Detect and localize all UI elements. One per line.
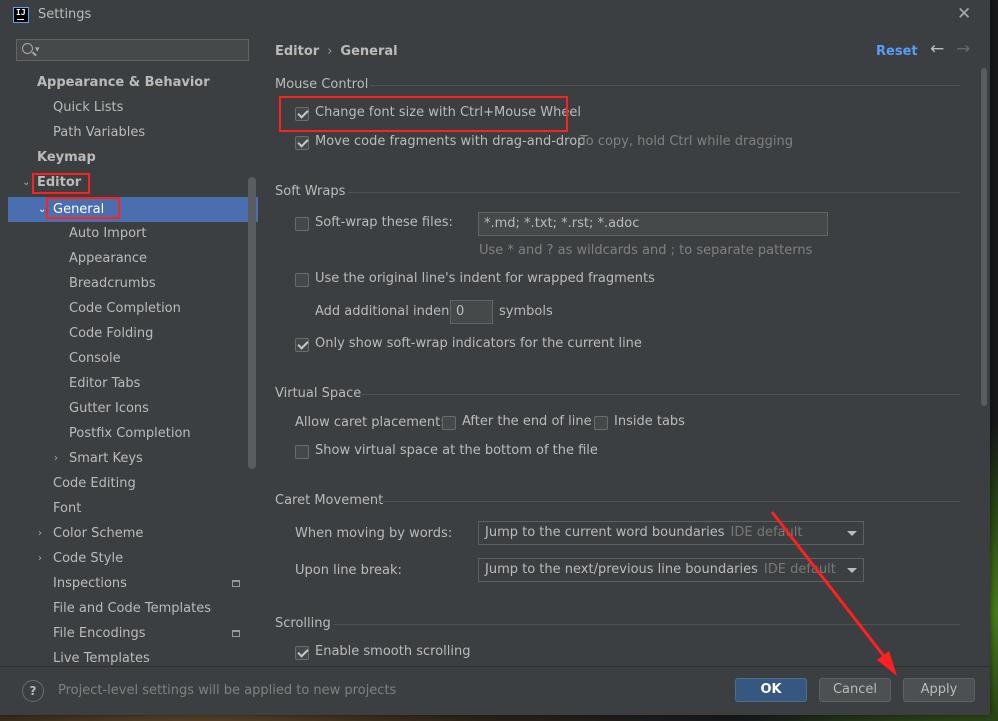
help-button[interactable]: ? — [22, 680, 44, 702]
upon-line-break-label: Upon line break: — [295, 563, 402, 578]
project-scope-icon — [232, 580, 240, 587]
smooth-scrolling-checkbox[interactable] — [295, 646, 309, 660]
moving-by-words-dropdown[interactable]: Jump to the current word boundaries IDE d… — [478, 521, 864, 545]
section-title-mouse-control: Mouse Control — [275, 77, 369, 92]
settings-dialog: IJ Settings ✕ ▾ Appearance & Behavior Qu… — [0, 0, 990, 715]
sidebar-item-inspections[interactable]: Inspections — [0, 571, 258, 596]
cancel-button[interactable]: Cancel — [819, 678, 891, 702]
soft-wrap-patterns-field[interactable]: *.md; *.txt; *.rst; *.adoc — [478, 212, 828, 236]
chevron-right-icon[interactable]: › — [38, 546, 42, 571]
arrow-left-icon[interactable]: ← — [930, 39, 944, 59]
additional-indent-label: Add additional indent: — [315, 304, 459, 319]
sidebar-item-code-editing[interactable]: Code Editing — [0, 471, 258, 496]
drag-copy-hint: To copy, hold Ctrl while dragging — [580, 134, 793, 149]
only-current-line-checkbox[interactable] — [295, 338, 309, 352]
sidebar-item-font[interactable]: Font — [0, 496, 258, 521]
apply-button[interactable]: Apply — [903, 678, 975, 702]
search-icon — [22, 43, 33, 54]
after-end-of-line-checkbox[interactable] — [442, 416, 456, 430]
dropdown-arrow-icon — [847, 531, 857, 536]
reset-link[interactable]: Reset — [876, 44, 918, 59]
upon-line-break-dropdown[interactable]: Jump to the next/previous line boundarie… — [478, 558, 864, 582]
sidebar-item-appearance[interactable]: Appearance — [0, 246, 258, 271]
additional-indent-field[interactable]: 0 — [450, 300, 493, 324]
move-fragments-checkbox[interactable] — [295, 136, 309, 150]
section-title-scrolling: Scrolling — [275, 616, 331, 631]
divider — [370, 85, 960, 86]
sidebar-scrollbar[interactable] — [248, 177, 256, 469]
dropdown-arrow-icon — [847, 568, 857, 573]
divider — [333, 624, 960, 625]
chevron-down-icon[interactable]: ⌄ — [22, 170, 30, 195]
sidebar-item-gutter-icons[interactable]: Gutter Icons — [0, 396, 258, 421]
sidebar-item-breadcrumbs[interactable]: Breadcrumbs — [0, 271, 258, 296]
sidebar-item-smart-keys[interactable]: › Smart Keys — [0, 446, 258, 471]
sidebar-item-quick-lists[interactable]: Quick Lists — [0, 95, 258, 120]
settings-sidebar: ▾ Appearance & Behavior Quick Lists Path… — [0, 30, 258, 666]
sidebar-item-appearance-behavior[interactable]: Appearance & Behavior — [0, 70, 258, 95]
original-indent-checkbox[interactable] — [295, 273, 309, 287]
allow-caret-label: Allow caret placement: — [295, 415, 445, 430]
inside-tabs-checkbox[interactable] — [594, 416, 608, 430]
dialog-footer: ? Project-level settings will be applied… — [0, 666, 990, 715]
sidebar-item-editor-tabs[interactable]: Editor Tabs — [0, 371, 258, 396]
section-title-virtual-space: Virtual Space — [275, 386, 362, 401]
symbols-label: symbols — [499, 304, 553, 319]
breadcrumb-editor[interactable]: Editor — [275, 44, 319, 59]
breadcrumb-general: General — [340, 44, 398, 59]
show-virtual-space-checkbox[interactable] — [295, 445, 309, 459]
sidebar-item-file-code-templates[interactable]: File and Code Templates — [0, 596, 258, 621]
section-title-caret-movement: Caret Movement — [275, 493, 384, 508]
ok-button[interactable]: OK — [735, 678, 807, 702]
sidebar-item-auto-import[interactable]: Auto Import — [0, 221, 258, 246]
sidebar-item-path-variables[interactable]: Path Variables — [0, 120, 258, 145]
title-bar: IJ Settings ✕ — [0, 0, 990, 30]
intellij-app-icon: IJ — [13, 7, 29, 23]
section-title-soft-wraps: Soft Wraps — [275, 184, 346, 199]
annotation-box-editor — [32, 173, 90, 194]
divider — [348, 192, 960, 193]
sidebar-item-file-encodings[interactable]: File Encodings — [0, 621, 258, 646]
arrow-right-icon[interactable]: → — [956, 39, 970, 59]
sidebar-item-code-completion[interactable]: Code Completion — [0, 296, 258, 321]
sidebar-item-live-templates[interactable]: Live Templates — [0, 646, 258, 666]
chevron-right-icon[interactable]: › — [54, 446, 58, 471]
annotation-box-font-size — [279, 96, 568, 132]
divider — [361, 394, 960, 395]
divider — [378, 501, 960, 502]
sidebar-item-code-folding[interactable]: Code Folding — [0, 321, 258, 346]
window-title: Settings — [38, 7, 92, 22]
soft-wrap-files-checkbox[interactable] — [295, 217, 309, 231]
sidebar-item-color-scheme[interactable]: › Color Scheme — [0, 521, 258, 546]
breadcrumb-separator: › — [327, 44, 333, 59]
patterns-hint: Use * and ? as wildcards and ; to separa… — [479, 243, 813, 258]
sidebar-item-console[interactable]: Console — [0, 346, 258, 371]
settings-content: Editor › General Reset ← → Mouse Control C… — [258, 30, 990, 666]
chevron-right-icon[interactable]: › — [38, 521, 42, 546]
footer-message: Project-level settings will be applied t… — [58, 683, 397, 698]
close-icon[interactable]: ✕ — [957, 4, 971, 24]
search-input[interactable]: ▾ — [16, 39, 249, 61]
sidebar-item-code-style[interactable]: › Code Style — [0, 546, 258, 571]
breadcrumb: Editor › General — [275, 44, 398, 59]
sidebar-item-postfix-completion[interactable]: Postfix Completion — [0, 421, 258, 446]
sidebar-item-keymap[interactable]: Keymap — [0, 145, 258, 170]
annotation-box-general — [46, 197, 120, 219]
moving-by-words-label: When moving by words: — [295, 526, 453, 541]
project-scope-icon — [232, 630, 240, 637]
content-scrollbar[interactable] — [981, 68, 987, 406]
chevron-down-icon[interactable]: ▾ — [35, 45, 40, 55]
